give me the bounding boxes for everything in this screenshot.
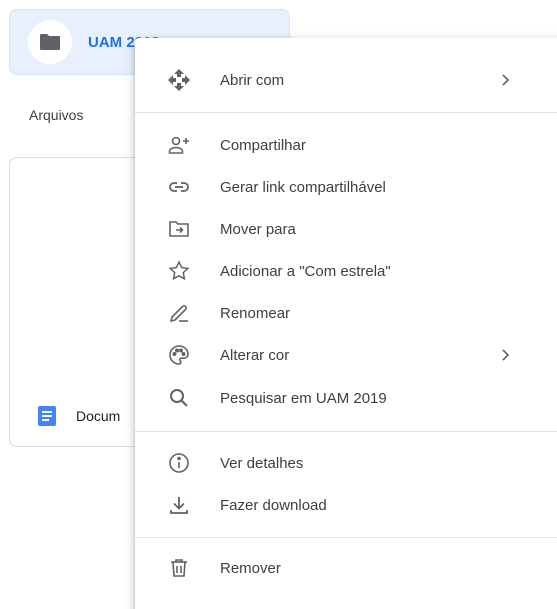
move-to-folder-icon <box>167 217 191 241</box>
menu-item-label: Remover <box>220 559 281 577</box>
menu-item-label: Pesquisar em UAM 2019 <box>220 389 387 407</box>
menu-item-label: Renomear <box>220 304 291 322</box>
file-name: Docum <box>76 408 121 424</box>
menu-item-change-color[interactable]: Alterar cor <box>135 335 557 375</box>
menu-item-label: Abrir com <box>220 71 285 89</box>
section-label-files: Arquivos <box>29 107 84 123</box>
menu-item-label: Fazer download <box>220 496 327 514</box>
menu-item-label: Adicionar a "Com estrela" <box>220 262 391 280</box>
palette-icon <box>167 343 191 367</box>
menu-item-open-with[interactable]: Abrir com <box>135 60 557 100</box>
menu-item-share[interactable]: Compartilhar <box>135 125 557 165</box>
menu-item-add-star[interactable]: Adicionar a "Com estrela" <box>135 251 557 291</box>
info-icon <box>167 451 191 475</box>
menu-divider <box>135 112 557 113</box>
menu-item-get-link[interactable]: Gerar link compartilhável <box>135 167 557 207</box>
menu-item-view-details[interactable]: Ver detalhes <box>135 443 557 483</box>
open-with-icon <box>167 68 191 92</box>
folder-icon-circle <box>28 20 72 64</box>
person-add-icon <box>167 133 191 157</box>
download-icon <box>167 493 191 517</box>
search-icon <box>167 386 191 410</box>
link-icon <box>167 175 191 199</box>
star-icon <box>167 259 191 283</box>
menu-item-label: Mover para <box>220 220 296 238</box>
menu-divider <box>135 431 557 432</box>
menu-item-rename[interactable]: Renomear <box>135 293 557 333</box>
drive-view: UAM 2019 Arquivos Docum Abrir com Compar… <box>0 0 557 609</box>
context-menu: Abrir com Compartilhar Gerar link compar… <box>135 38 557 609</box>
chevron-right-icon <box>497 72 513 88</box>
trash-icon <box>167 556 191 580</box>
menu-item-search-in-folder[interactable]: Pesquisar em UAM 2019 <box>135 378 557 418</box>
chevron-right-icon <box>497 347 513 363</box>
menu-item-label: Ver detalhes <box>220 454 304 472</box>
menu-item-remove[interactable]: Remover <box>135 548 557 588</box>
folder-icon <box>39 33 61 51</box>
menu-item-label: Compartilhar <box>220 136 306 154</box>
menu-item-label: Gerar link compartilhável <box>220 178 386 196</box>
menu-item-label: Alterar cor <box>220 346 290 364</box>
google-docs-icon <box>38 406 56 426</box>
pencil-icon <box>167 301 191 325</box>
menu-item-download[interactable]: Fazer download <box>135 485 557 525</box>
menu-divider <box>135 537 557 538</box>
menu-item-move-to[interactable]: Mover para <box>135 209 557 249</box>
